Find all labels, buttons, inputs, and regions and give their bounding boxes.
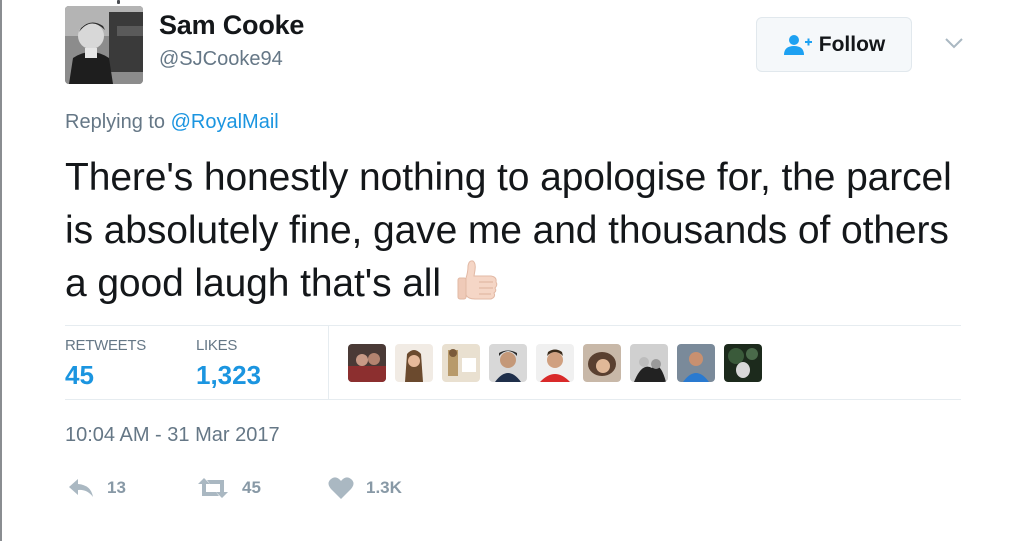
retweet-button[interactable]: 45 bbox=[196, 474, 261, 502]
like-count: 1.3K bbox=[366, 478, 402, 497]
retweets-label: RETWEETS bbox=[65, 337, 146, 354]
thumbs-up-icon bbox=[455, 258, 501, 304]
reply-count: 13 bbox=[107, 478, 126, 497]
liker-avatar[interactable] bbox=[630, 344, 668, 382]
retweets-count[interactable]: 45 bbox=[65, 360, 94, 391]
liker-avatar[interactable] bbox=[677, 344, 715, 382]
stats-divider bbox=[328, 326, 329, 399]
replying-to: Replying to @RoyalMail bbox=[65, 111, 279, 134]
reply-button[interactable]: 13 bbox=[67, 474, 126, 502]
likes-count[interactable]: 1,323 bbox=[196, 360, 261, 391]
mention-link[interactable]: @RoyalMail bbox=[171, 111, 279, 133]
chevron-down-icon[interactable] bbox=[941, 33, 967, 53]
heart-icon bbox=[328, 476, 354, 500]
likes-label: LIKES bbox=[196, 337, 238, 354]
liker-avatar[interactable] bbox=[583, 344, 621, 382]
tweet-body: There's honestly nothing to apologise fo… bbox=[65, 156, 952, 305]
tweet-text: There's honestly nothing to apologise fo… bbox=[65, 151, 965, 310]
like-button[interactable]: 1.3K bbox=[328, 474, 402, 502]
liker-avatars bbox=[348, 344, 762, 382]
liker-avatar[interactable] bbox=[724, 344, 762, 382]
liker-avatar[interactable] bbox=[489, 344, 527, 382]
follow-button-label: Follow bbox=[818, 32, 886, 56]
tweet-timestamp[interactable]: 10:04 AM - 31 Mar 2017 bbox=[65, 424, 280, 447]
replying-to-label: Replying to bbox=[65, 111, 171, 133]
profile-avatar[interactable] bbox=[65, 6, 143, 84]
display-name[interactable]: Sam Cooke bbox=[159, 10, 304, 41]
reply-icon bbox=[67, 477, 95, 499]
retweet-icon bbox=[196, 477, 230, 499]
top-edge-mark bbox=[117, 0, 120, 4]
liker-avatar[interactable] bbox=[536, 344, 574, 382]
divider-top bbox=[65, 325, 961, 326]
liker-avatar[interactable] bbox=[348, 344, 386, 382]
user-handle[interactable]: @SJCooke94 bbox=[159, 48, 283, 71]
retweet-count: 45 bbox=[242, 478, 261, 497]
follow-button[interactable]: Follow bbox=[756, 17, 912, 72]
liker-avatar[interactable] bbox=[442, 344, 480, 382]
liker-avatar[interactable] bbox=[395, 344, 433, 382]
divider-bottom bbox=[65, 399, 961, 400]
window-left-border bbox=[0, 0, 2, 541]
follow-user-icon bbox=[783, 34, 813, 56]
